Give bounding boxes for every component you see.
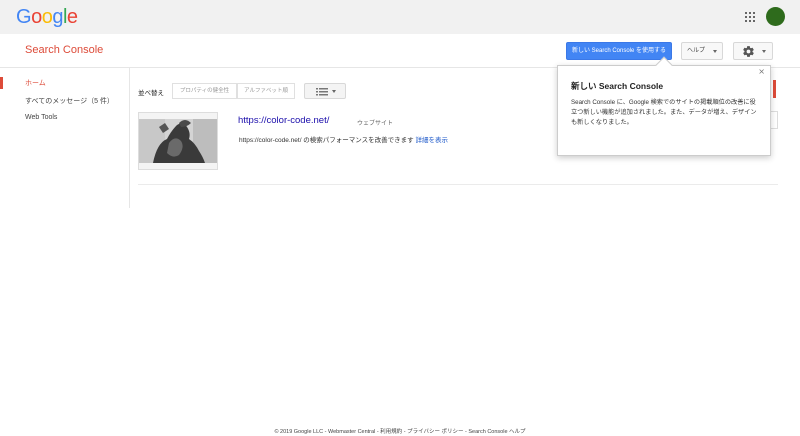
logo-letter: g — [52, 6, 63, 28]
chevron-down-icon — [332, 90, 336, 93]
site-url-link[interactable]: https://color-code.net/ — [238, 115, 329, 126]
details-link[interactable]: 詳細を表示 — [416, 137, 449, 144]
manage-property-button-edge[interactable] — [770, 111, 778, 129]
site-type-label: ウェブサイト — [357, 121, 394, 127]
sidebar-item-web-tools[interactable]: Web Tools — [25, 114, 57, 121]
view-toggle-button[interactable] — [304, 83, 346, 99]
product-header: Search Console 新しい Search Console を使用する … — [0, 34, 800, 68]
site-description-text: https://color-code.net/ の検索パフォーマンスを改善できま… — [239, 137, 414, 144]
sidebar-item-all-messages[interactable]: すべてのメッセージ（5 件） — [25, 96, 114, 106]
add-property-button-edge[interactable] — [773, 80, 776, 98]
help-button[interactable]: ヘルプ — [681, 42, 723, 60]
top-bar: Google — [0, 0, 800, 34]
product-title[interactable]: Search Console — [25, 44, 103, 56]
sort-label: 並べ替え — [138, 90, 164, 97]
settings-button[interactable] — [733, 42, 773, 60]
sidebar-item-home[interactable]: ホーム — [25, 78, 46, 88]
chevron-down-icon — [713, 50, 717, 53]
popover-body: Search Console に、Google 検索でのサイトの掲載順位の改善に… — [571, 99, 757, 126]
logo-letter: o — [41, 6, 53, 28]
list-view-icon — [316, 88, 328, 96]
new-search-console-button[interactable]: 新しい Search Console を使用する — [566, 42, 672, 60]
logo-letter: e — [66, 6, 78, 28]
logo-letter: o — [31, 6, 42, 28]
site-thumbnail[interactable] — [138, 112, 218, 170]
sidebar: ホーム すべてのメッセージ（5 件） Web Tools — [0, 68, 130, 208]
divider — [138, 184, 778, 185]
close-icon[interactable]: × — [758, 67, 765, 76]
logo-letter: G — [16, 6, 32, 28]
google-logo[interactable]: Google — [16, 6, 78, 29]
site-description: https://color-code.net/ の検索パフォーマンスを改善できま… — [239, 134, 448, 144]
apps-grid-icon[interactable] — [745, 12, 755, 22]
new-search-console-popover: × 新しい Search Console Search Console に、Go… — [557, 56, 771, 156]
help-button-label: ヘルプ — [687, 48, 706, 54]
gear-icon — [743, 46, 754, 57]
chevron-down-icon — [762, 50, 766, 53]
sort-by-health-button[interactable]: プロパティの健全性 — [172, 83, 237, 99]
popover-title: 新しい Search Console — [571, 81, 664, 91]
sort-alphabetical-button[interactable]: アルファベット順 — [237, 83, 295, 99]
site-thumbnail-image — [139, 113, 217, 169]
footer: © 2019 Google LLC - Webmaster Central - … — [274, 429, 526, 435]
avatar[interactable] — [766, 7, 785, 26]
active-indicator — [0, 77, 3, 89]
